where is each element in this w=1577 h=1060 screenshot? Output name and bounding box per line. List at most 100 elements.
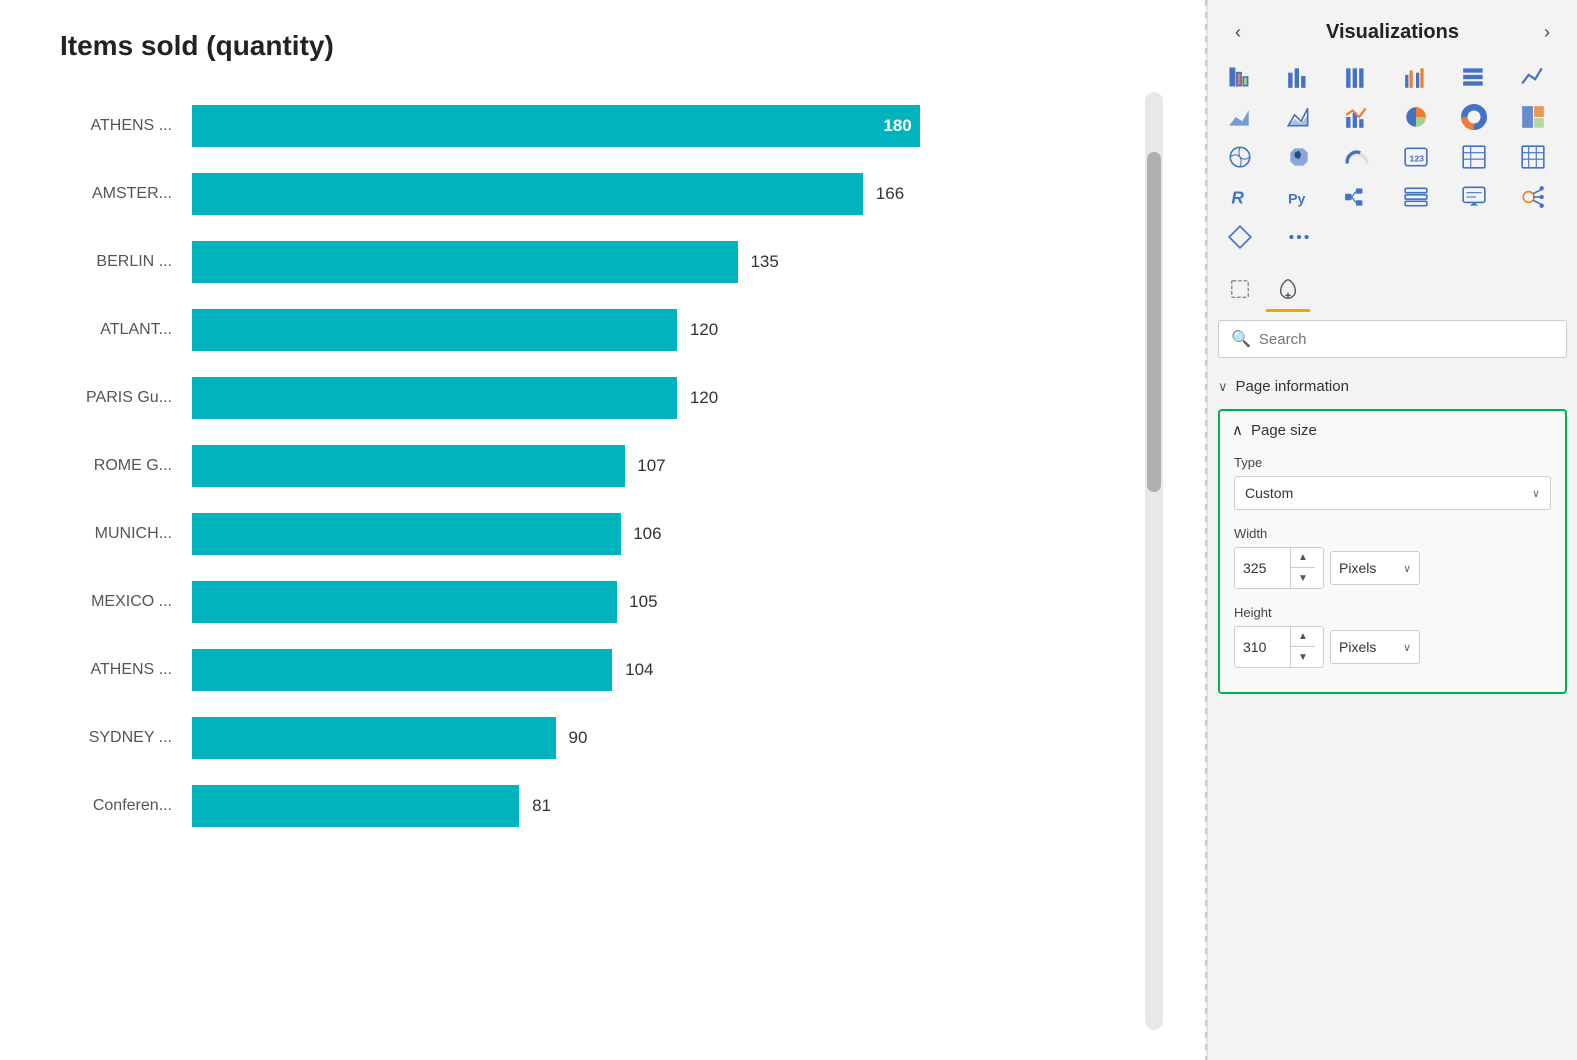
scrollbar[interactable]	[1145, 92, 1163, 1030]
viz-card[interactable]: 123	[1394, 138, 1438, 176]
chart-content: ATHENS ...180AMSTER...166BERLIN ...135AT…	[20, 92, 1165, 1030]
bars-container: ATHENS ...180AMSTER...166BERLIN ...135AT…	[20, 92, 1125, 1030]
bar-track: 81	[192, 785, 1125, 827]
viz-matrix[interactable]	[1511, 138, 1555, 176]
bar-label: Conferen...	[20, 797, 180, 815]
height-unit-dropdown[interactable]: Pixels ∨	[1330, 630, 1420, 664]
viz-icons-grid: 123 R Py	[1208, 58, 1577, 264]
bar-fill	[192, 581, 617, 623]
panel-nav-prev[interactable]: ‹	[1224, 18, 1252, 46]
bar-value-inside: 180	[883, 116, 919, 136]
bar-label: ATLANT...	[20, 321, 180, 339]
bar-value-outside: 106	[633, 524, 661, 544]
panel-header: ‹ Visualizations ›	[1208, 0, 1577, 58]
bar-label: MEXICO ...	[20, 593, 180, 611]
viz-treemap[interactable]	[1511, 98, 1555, 136]
viz-gauge[interactable]	[1335, 138, 1379, 176]
bar-track: 120	[192, 377, 1125, 419]
height-decrement[interactable]: ▼	[1291, 647, 1315, 667]
viz-filled-map[interactable]	[1277, 138, 1321, 176]
viz-pie[interactable]	[1394, 98, 1438, 136]
bar-label: ROME G...	[20, 457, 180, 475]
bar-track: 120	[192, 309, 1125, 351]
bar-fill	[192, 309, 677, 351]
bar-value-outside: 81	[532, 796, 551, 816]
chart-title: Items sold (quantity)	[20, 30, 1165, 62]
height-input-wrap: ▲ ▼	[1234, 626, 1324, 668]
type-value: Custom	[1245, 485, 1293, 501]
page-information-label: Page information	[1236, 378, 1349, 395]
width-input-wrap: ▲ ▼	[1234, 547, 1324, 589]
width-spinner: ▲ ▼	[1290, 548, 1315, 588]
viz-decomp-tree[interactable]	[1335, 178, 1379, 216]
width-decrement[interactable]: ▼	[1291, 568, 1315, 588]
bar-label: ATHENS ...	[20, 661, 180, 679]
viz-line-chart[interactable]	[1511, 58, 1555, 96]
viz-grouped-bar[interactable]	[1394, 58, 1438, 96]
bar-row: MEXICO ... 105	[20, 568, 1125, 636]
viz-scatter[interactable]	[1277, 98, 1321, 136]
width-unit-dropdown[interactable]: Pixels ∨	[1330, 551, 1420, 585]
page-size-header[interactable]: ∧ Page size	[1220, 411, 1565, 447]
panel-content: Filters ‹ Visualizations ›	[1208, 0, 1577, 1060]
tab-format[interactable]	[1266, 268, 1310, 312]
viz-python[interactable]: Py	[1277, 178, 1321, 216]
search-icon: 🔍	[1231, 329, 1251, 349]
type-field: Type Custom ∨	[1220, 447, 1565, 518]
bar-fill	[192, 173, 863, 215]
svg-text:123: 123	[1409, 153, 1424, 163]
type-label: Type	[1234, 455, 1551, 470]
viz-map[interactable]	[1218, 138, 1262, 176]
format-tabs	[1208, 264, 1577, 312]
width-unit-value: Pixels	[1339, 560, 1376, 576]
viz-diamond[interactable]	[1218, 218, 1262, 256]
height-input[interactable]	[1235, 631, 1290, 663]
viz-bar-chart[interactable]	[1277, 58, 1321, 96]
viz-area-chart[interactable]	[1218, 98, 1262, 136]
tab-build-visual[interactable]	[1218, 268, 1262, 312]
viz-more[interactable]	[1277, 218, 1321, 256]
type-dropdown[interactable]: Custom ∨	[1234, 476, 1551, 510]
width-input[interactable]	[1235, 552, 1290, 584]
viz-table[interactable]	[1452, 138, 1496, 176]
viz-r-visual[interactable]: R	[1218, 178, 1262, 216]
bar-track: 105	[192, 581, 1125, 623]
bar-track: 104	[192, 649, 1125, 691]
viz-stacked-bar[interactable]	[1218, 58, 1262, 96]
viz-100-stacked[interactable]	[1335, 58, 1379, 96]
height-unit-chevron: ∨	[1403, 641, 1411, 654]
bar-row: PARIS Gu...120	[20, 364, 1125, 432]
scrollbar-thumb[interactable]	[1147, 152, 1161, 492]
bar-row: BERLIN ...135	[20, 228, 1125, 296]
viz-key-influencers[interactable]	[1511, 178, 1555, 216]
width-row: ▲ ▼ Pixels ∨	[1234, 547, 1551, 589]
height-row: ▲ ▼ Pixels ∨	[1234, 626, 1551, 668]
viz-column-stacked[interactable]	[1452, 58, 1496, 96]
bar-label: MUNICH...	[20, 525, 180, 543]
bar-row: Conferen... 81	[20, 772, 1125, 840]
bar-label: ATHENS ...	[20, 117, 180, 135]
viz-smart-narrative[interactable]	[1452, 178, 1496, 216]
panel-title: Visualizations	[1326, 21, 1459, 44]
width-field: Width ▲ ▼ Pixels ∨	[1220, 518, 1565, 597]
bar-fill	[192, 377, 677, 419]
right-panel: Filters ‹ Visualizations ›	[1207, 0, 1577, 1060]
search-input[interactable]	[1259, 331, 1554, 348]
bar-value-outside: 104	[625, 660, 653, 680]
height-increment[interactable]: ▲	[1291, 627, 1315, 647]
bar-fill	[192, 649, 612, 691]
bar-row: SYDNEY ...90	[20, 704, 1125, 772]
search-box[interactable]: 🔍	[1218, 320, 1567, 358]
viz-donut[interactable]	[1452, 98, 1496, 136]
bar-label: BERLIN ...	[20, 253, 180, 271]
viz-combo[interactable]	[1335, 98, 1379, 136]
viz-slicer[interactable]	[1394, 178, 1438, 216]
bar-fill	[192, 241, 738, 283]
panel-nav-next[interactable]: ›	[1533, 18, 1561, 46]
chart-area: Items sold (quantity) ATHENS ...180AMSTE…	[0, 0, 1205, 1060]
bar-fill	[192, 785, 519, 827]
width-increment[interactable]: ▲	[1291, 548, 1315, 568]
type-chevron: ∨	[1532, 487, 1540, 500]
bar-fill: 180	[192, 105, 920, 147]
page-information-section[interactable]: ∨ Page information	[1208, 370, 1577, 403]
